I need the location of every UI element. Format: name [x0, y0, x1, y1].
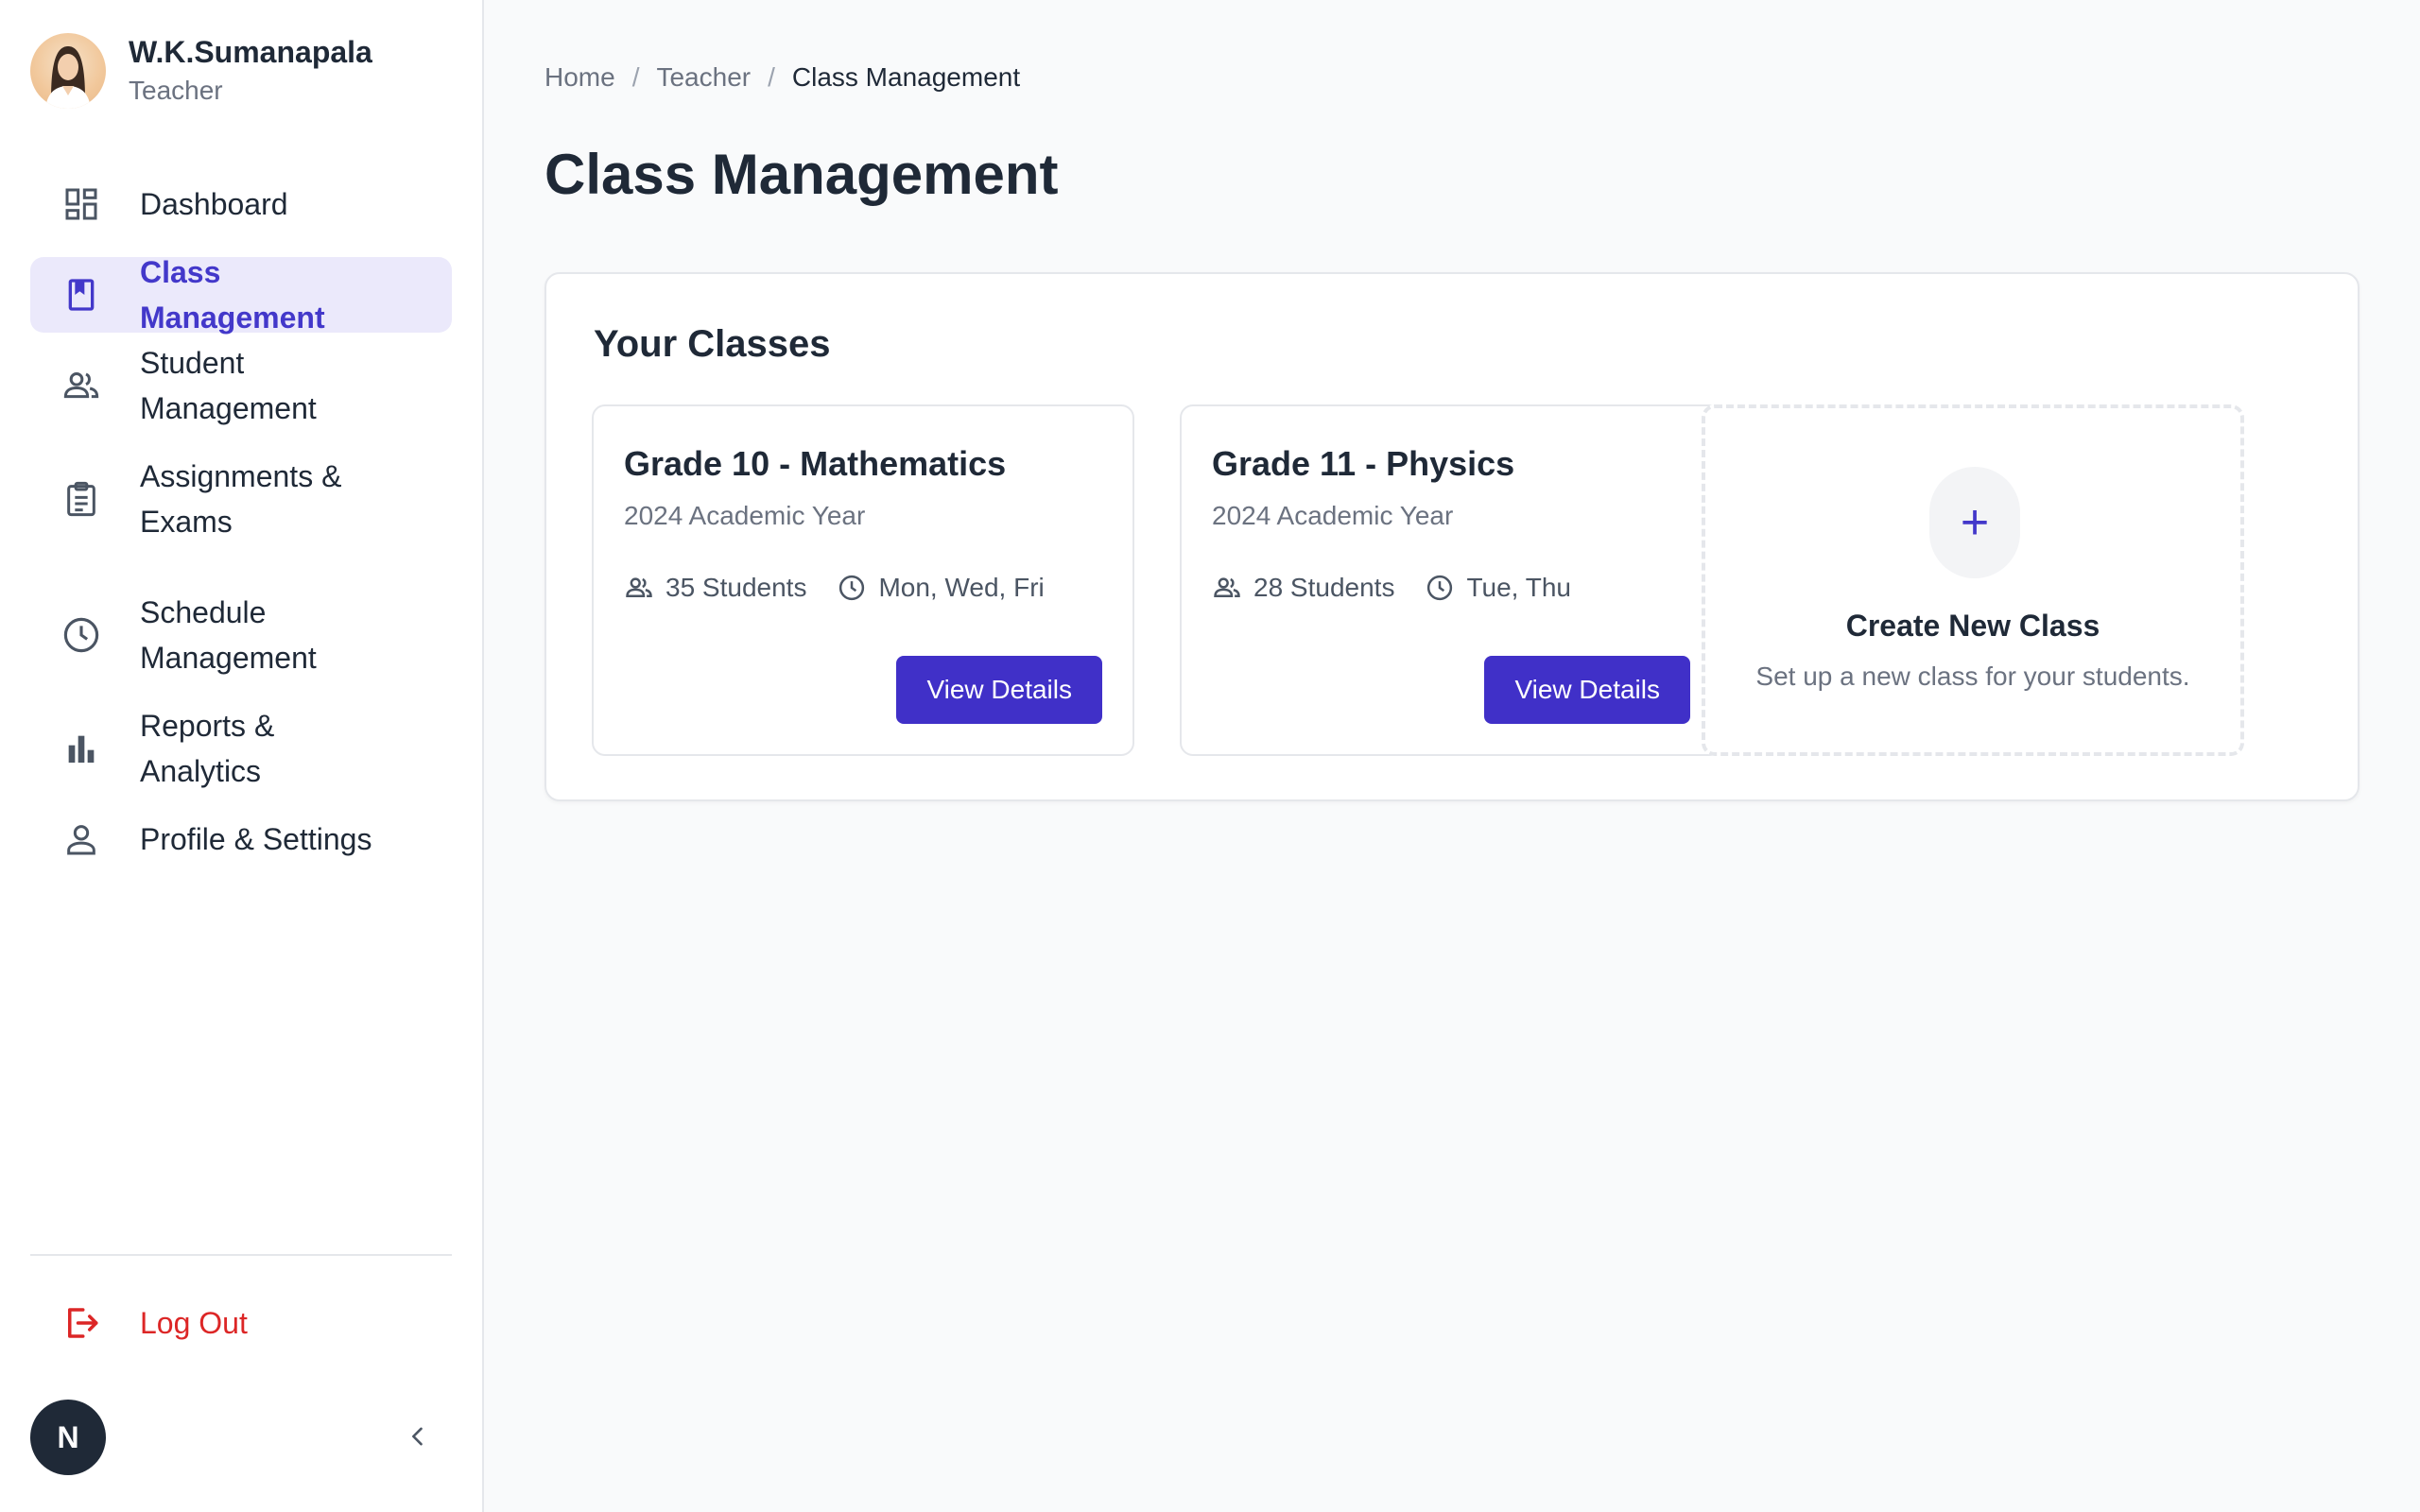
sidebar-item-assignments-exams[interactable]: Assignments & Exams — [30, 438, 452, 559]
logout-label: Log Out — [140, 1306, 248, 1340]
sidebar-item-label: Assignments & Exams — [140, 459, 342, 539]
classes-panel: Your Classes Grade 10 - Mathematics 2024… — [544, 272, 2360, 801]
clipboard-icon — [60, 478, 102, 520]
class-meta: 35 Students Mon, Wed, Fri — [624, 573, 1045, 603]
sidebar-item-label: Profile & Settings — [140, 822, 372, 856]
class-card: Grade 10 - Mathematics 2024 Academic Yea… — [592, 404, 1134, 756]
class-year: 2024 Academic Year — [624, 501, 866, 530]
logout-icon — [60, 1302, 102, 1344]
class-title: Grade 11 - Physics — [1212, 444, 1515, 483]
class-meta: 28 Students Tue, Thu — [1212, 573, 1571, 603]
sidebar-item-schedule-management[interactable]: Schedule Management — [30, 575, 452, 696]
breadcrumb-home[interactable]: Home — [544, 62, 615, 93]
sidebar-item-label: Student Management — [140, 346, 317, 425]
clock-icon — [60, 614, 102, 656]
sidebar-item-dashboard[interactable]: Dashboard — [30, 166, 452, 242]
sidebar-item-label: Reports & Analytics — [140, 709, 275, 788]
person-icon — [60, 818, 102, 860]
class-card: Grade 11 - Physics 2024 Academic Year 28… — [1180, 404, 1722, 756]
user-initial-avatar[interactable]: N — [30, 1400, 106, 1475]
create-class-title: Create New Class — [1845, 609, 2100, 643]
sidebar-nav: Dashboard Class Management Student Manag… — [30, 166, 452, 892]
user-name: W.K.Sumanapala — [129, 35, 372, 69]
class-year: 2024 Academic Year — [1212, 501, 1454, 530]
user-profile: W.K.Sumanapala Teacher — [30, 32, 372, 110]
bookmark-book-icon — [60, 274, 102, 316]
sidebar: W.K.Sumanapala Teacher Dashboard Class M… — [0, 0, 484, 1512]
class-days: Tue, Thu — [1466, 573, 1571, 602]
people-icon — [624, 573, 654, 603]
page-title: Class Management — [544, 143, 1059, 206]
dashboard-icon — [60, 183, 102, 225]
panel-title: Your Classes — [594, 323, 831, 365]
sidebar-item-student-management[interactable]: Student Management — [30, 346, 452, 425]
student-count: 35 Students — [666, 573, 807, 602]
class-days: Mon, Wed, Fri — [878, 573, 1045, 602]
sidebar-item-label: Schedule Management — [140, 595, 317, 675]
chevron-left-icon — [405, 1423, 431, 1454]
breadcrumb-teacher[interactable]: Teacher — [656, 62, 751, 93]
breadcrumb: Home / Teacher / Class Management — [544, 62, 1020, 93]
view-details-button[interactable]: View Details — [1484, 656, 1690, 724]
clock-icon — [1425, 573, 1455, 603]
student-count: 28 Students — [1253, 573, 1395, 602]
create-new-class-card[interactable]: + Create New Class Set up a new class fo… — [1702, 404, 2244, 756]
sidebar-item-reports-analytics[interactable]: Reports & Analytics — [30, 709, 452, 788]
create-class-subtitle: Set up a new class for your students. — [1755, 662, 2190, 691]
clock-icon — [837, 573, 867, 603]
breadcrumb-current: Class Management — [791, 62, 1021, 92]
breadcrumb-separator: / — [631, 62, 640, 92]
sidebar-item-class-management[interactable]: Class Management — [30, 255, 452, 335]
collapse-sidebar-button[interactable] — [397, 1418, 439, 1459]
logout-button[interactable]: Log Out — [30, 1285, 452, 1361]
people-icon — [60, 365, 102, 406]
bar-chart-icon — [60, 728, 102, 769]
sidebar-item-profile-settings[interactable]: Profile & Settings — [30, 801, 452, 877]
view-details-button[interactable]: View Details — [896, 656, 1102, 724]
breadcrumb-separator: / — [768, 62, 775, 92]
people-icon — [1212, 573, 1242, 603]
avatar — [30, 33, 106, 109]
sidebar-item-label: Dashboard — [140, 187, 288, 221]
sidebar-item-label: Class Management — [140, 255, 325, 335]
sidebar-divider — [30, 1254, 452, 1256]
user-role: Teacher — [129, 76, 223, 105]
plus-icon: + — [1929, 467, 2020, 578]
class-title: Grade 10 - Mathematics — [624, 444, 1007, 483]
